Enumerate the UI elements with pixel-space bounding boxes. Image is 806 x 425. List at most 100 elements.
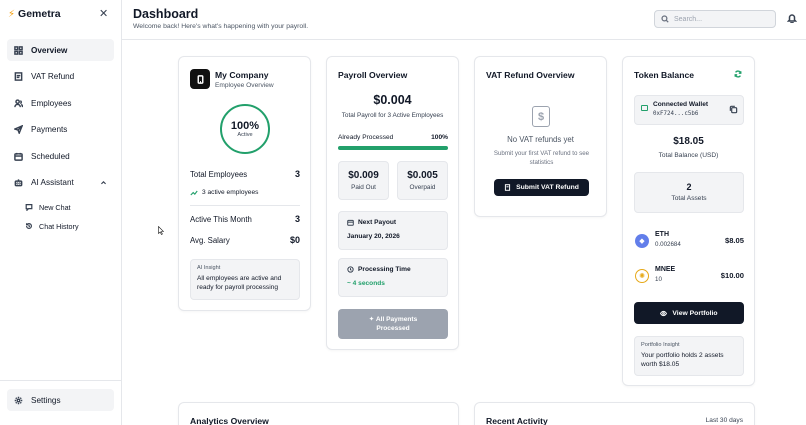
token-title: Token Balance [634, 70, 695, 80]
all-payments-processed-button[interactable]: ✦ All Payments Processed [338, 309, 448, 339]
button-label-line1: All Payments [375, 316, 418, 323]
trending-up-icon [190, 190, 198, 195]
overpaid-box: $0.005 Overpaid [397, 161, 448, 200]
search-input[interactable]: Search... [654, 10, 776, 28]
view-portfolio-button[interactable]: View Portfolio [634, 302, 744, 324]
total-balance-value: $18.05 [673, 136, 704, 147]
company-logo [190, 69, 210, 89]
page-title: Dashboard [133, 7, 199, 21]
portfolio-insight-box: Portfolio Insight Your portfolio holds 2… [634, 336, 744, 376]
clock-icon [347, 266, 354, 273]
vat-empty-text: No VAT refunds yet [507, 135, 574, 144]
calendar-icon [347, 219, 354, 226]
asset-symbol: ETH [655, 231, 669, 238]
submit-vat-label: Submit VAT Refund [516, 184, 579, 191]
progress-fill [338, 146, 448, 150]
paid-out-box: $0.009 Paid Out [338, 161, 389, 200]
recent-activity-range[interactable]: Last 30 days [706, 417, 743, 424]
total-employees-row: Total Employees 3 [190, 169, 300, 179]
sidebar-item-settings[interactable]: Settings [7, 389, 114, 411]
search-icon [661, 15, 669, 23]
asset-amount: 10 [655, 276, 662, 283]
processed-progress-bar [338, 146, 448, 150]
portfolio-insight-text: Your portfolio holds 2 assets worth $18.… [641, 352, 724, 369]
sidebar-item-employees[interactable]: Employees [7, 92, 114, 114]
processing-time-value: ~ 4 seconds [347, 280, 385, 287]
phone-icon [197, 74, 203, 84]
send-icon [14, 125, 23, 135]
vat-title: VAT Refund Overview [486, 70, 575, 80]
analytics-overview-card: Analytics Overview [178, 402, 459, 425]
sidebar-item-vat-refund[interactable]: VAT Refund [7, 66, 114, 88]
close-icon[interactable]: ✕ [99, 7, 108, 20]
mouse-cursor-icon [158, 226, 164, 235]
avg-salary-value: $0 [289, 235, 300, 245]
payroll-card: Payroll Overview $0.004 Total Payroll fo… [326, 56, 459, 350]
submit-vat-refund-button[interactable]: Submit VAT Refund [494, 179, 589, 196]
asset-symbol: MNEE [655, 266, 676, 273]
total-balance-label: Total Balance (USD) [658, 152, 719, 159]
ai-insight-title: AI Insight [197, 265, 221, 271]
copy-address-button[interactable] [729, 105, 738, 114]
sidebar-divider [0, 380, 122, 381]
sidebar-subitem-new-chat[interactable]: New Chat [7, 199, 114, 216]
brand-logo[interactable]: ⚡ Gemetra [8, 8, 61, 20]
paid-out-value: $0.009 [348, 170, 379, 181]
token-balance-card: Token Balance Connected Wallet 0xF724...… [622, 56, 755, 386]
chevron-up-icon[interactable] [100, 179, 107, 186]
asset-amount: 0.002684 [655, 241, 681, 248]
connected-wallet-box: Connected Wallet 0xF724...c5b6 [634, 95, 744, 125]
vat-refund-card: VAT Refund Overview $ No VAT refunds yet… [474, 56, 607, 217]
dollar-receipt-icon: $ [532, 106, 550, 127]
eth-icon: ◆ [635, 234, 649, 248]
bolt-icon: ⚡ [8, 8, 16, 20]
overpaid-value: $0.005 [407, 170, 438, 181]
next-payout-box: Next Payout January 20, 2026 [338, 211, 448, 250]
receipt-icon [505, 184, 511, 191]
company-subtitle: Employee Overview [215, 82, 274, 89]
active-month-row: Active This Month 3 [190, 214, 300, 224]
active-month-value: 3 [294, 214, 300, 224]
users-icon [14, 99, 23, 107]
page-subtitle: Welcome back! Here's what's happening wi… [133, 23, 309, 30]
active-label: Active [237, 132, 253, 138]
gear-icon [14, 396, 23, 404]
brand-name: Gemetra [18, 8, 61, 20]
overpaid-label: Overpaid [409, 184, 436, 191]
sidebar-subitem-chat-history[interactable]: Chat History [7, 218, 114, 235]
history-icon [26, 223, 32, 230]
grid-icon [14, 45, 23, 55]
chat-icon [25, 204, 33, 212]
total-employees-label: Total Employees [190, 169, 248, 179]
wallet-address: 0xF724...c5b6 [653, 111, 699, 117]
calendar-icon [14, 152, 23, 161]
sidebar-item-label: AI Assistant [31, 178, 74, 188]
sidebar-item-label: Payments [31, 125, 68, 135]
asset-row-mnee[interactable]: ✺ MNEE 10 $10.00 [634, 266, 744, 290]
sidebar-item-overview[interactable]: Overview [7, 39, 114, 61]
processing-time-box: Processing Time ~ 4 seconds [338, 258, 448, 297]
company-name: My Company [215, 70, 269, 80]
asset-row-eth[interactable]: ◆ ETH 0.002684 $8.05 [634, 231, 744, 255]
active-employees-trend: 3 active employees [190, 189, 258, 196]
vat-hint-text: Submit your first VAT refund to see stat… [493, 150, 590, 166]
next-payout-date: January 20, 2026 [347, 233, 400, 240]
total-assets-label: Total Assets [671, 195, 707, 202]
copy-icon [729, 105, 738, 114]
active-month-label: Active This Month [190, 214, 252, 224]
sidebar-item-label: Employees [31, 98, 72, 108]
total-assets-box: 2 Total Assets [634, 172, 744, 213]
sidebar-subitem-label: New Chat [39, 202, 71, 212]
asset-value: $8.05 [724, 236, 744, 245]
analytics-title: Analytics Overview [190, 416, 269, 425]
notification-bell-button[interactable] [786, 13, 798, 24]
sidebar-item-ai-assistant[interactable]: AI Assistant [7, 172, 114, 194]
total-assets-value: 2 [686, 182, 692, 192]
sidebar-item-scheduled[interactable]: Scheduled [7, 145, 114, 167]
refresh-button[interactable] [734, 70, 742, 78]
ai-insight-box: AI Insight All employees are active and … [190, 259, 300, 300]
button-label-line2: Processed [376, 325, 410, 333]
sidebar-item-payments[interactable]: Payments [7, 119, 114, 141]
bell-icon [786, 14, 798, 24]
avg-salary-label: Avg. Salary [190, 235, 230, 245]
